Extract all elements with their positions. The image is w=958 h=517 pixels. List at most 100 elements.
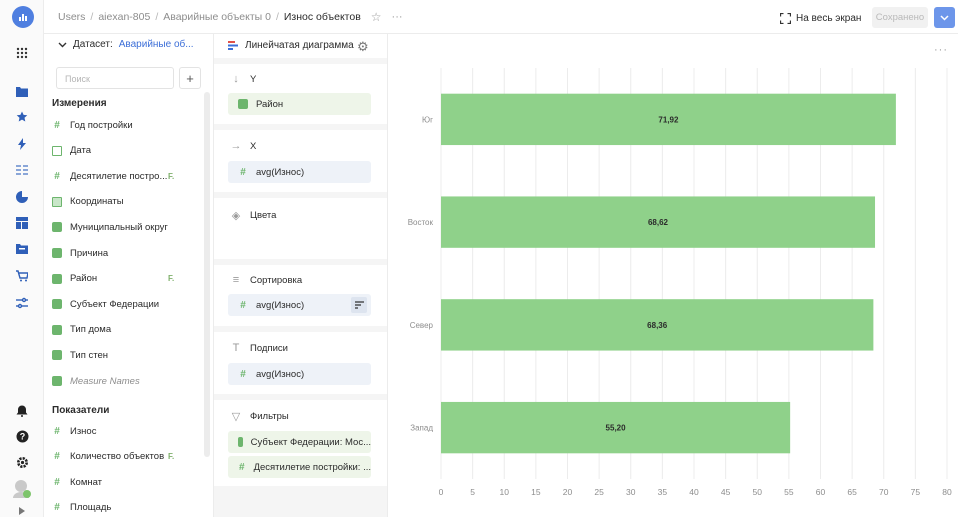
field-label: Measure Names — [70, 375, 140, 387]
add-field-button[interactable]: + — [179, 67, 201, 89]
y-category-label: Север — [410, 321, 434, 330]
charts-icon[interactable] — [0, 186, 44, 208]
reports-icon[interactable] — [0, 238, 44, 260]
dimension-field[interactable]: Причина — [52, 242, 108, 264]
field-label: Причина — [70, 247, 109, 259]
measure-field[interactable]: # Комнат — [52, 471, 102, 493]
cart-icon[interactable] — [0, 265, 44, 287]
gear-icon[interactable] — [0, 451, 44, 473]
sort-field-label: avg(Износ) — [256, 299, 305, 311]
x-field-chip[interactable]: # avg(Износ) — [228, 161, 371, 183]
favorite-star-icon[interactable]: ☆ — [371, 10, 382, 24]
dashboards-icon[interactable] — [0, 212, 44, 234]
connections-icon[interactable] — [0, 133, 44, 155]
hash-icon: # — [240, 368, 246, 380]
fullscreen-button[interactable]: На весь экран — [780, 8, 861, 28]
datasets-icon[interactable] — [0, 159, 44, 181]
dimension-field[interactable]: # Год постройки — [52, 114, 132, 136]
hash-icon: # — [239, 461, 245, 473]
field-search-input[interactable]: Поиск — [56, 67, 174, 89]
saved-button[interactable]: Сохранено — [872, 7, 928, 28]
y-category-label: Запад — [410, 424, 433, 433]
x-tick-label: 70 — [879, 487, 889, 497]
x-tick-label: 45 — [721, 487, 731, 497]
dimension-field[interactable]: Тип стен — [52, 344, 108, 366]
scrollbar[interactable] — [204, 92, 210, 457]
bar-chart[interactable]: 0 5 10 15 20 25 30 35 40 45 50 55 60 65 70 75 80 Юг 71,92 В… — [389, 34, 958, 517]
filter-chip[interactable]: Субъект Федерации: Мос... — [228, 431, 371, 453]
x-tick-label: 20 — [563, 487, 573, 497]
dimension-field[interactable]: Координаты — [52, 191, 124, 213]
sort-direction-icon[interactable] — [351, 297, 367, 313]
field-label: Количество объектов — [70, 451, 165, 463]
y-axis-icon: ↓ — [233, 73, 239, 85]
field-label: Тип дома — [70, 324, 112, 336]
dimension-field[interactable]: Муниципальный округ — [52, 216, 168, 238]
dimension-field[interactable]: Субъект Федерации — [52, 293, 159, 315]
divider — [214, 394, 387, 400]
data-label: 71,92 — [658, 115, 679, 124]
save-options-button[interactable] — [934, 7, 955, 28]
hash-icon: # — [240, 299, 246, 311]
chevron-down-icon — [58, 42, 67, 47]
measure-field[interactable]: # Количество объектов F. — [52, 446, 174, 468]
more-options-icon[interactable]: ··· — [392, 11, 403, 23]
dimension-field[interactable]: Measure Names — [52, 370, 140, 392]
avatar[interactable] — [0, 478, 44, 500]
dimension-field[interactable]: Дата — [52, 140, 91, 162]
hash-icon: # — [54, 425, 60, 437]
settings-sliders-icon[interactable] — [0, 292, 44, 314]
palette-icon: ◈ — [231, 210, 241, 222]
dataset-name[interactable]: Аварийные об... — [119, 39, 194, 50]
app-logo[interactable] — [12, 6, 34, 28]
x-tick-label: 60 — [816, 487, 826, 497]
x-tick-label: 30 — [626, 487, 636, 497]
hash-icon: # — [54, 451, 60, 463]
chart-settings-gear-icon[interactable]: ⚙ — [357, 39, 369, 55]
help-icon[interactable]: ? — [0, 425, 44, 447]
dimension-field[interactable]: Район F. — [52, 268, 174, 290]
bar-chart-icon — [228, 41, 238, 50]
sort-icon: ≡ — [232, 274, 240, 286]
app: ? Users / aiexan-805 / Аварийные объекты… — [0, 0, 958, 517]
dimension-field[interactable]: # Десятилетие постро... F. — [52, 165, 174, 187]
svg-text:?: ? — [19, 431, 25, 441]
folder-icon[interactable] — [0, 80, 44, 102]
sort-label: Сортировка — [250, 274, 303, 286]
x-tick-label: 35 — [658, 487, 668, 497]
wizard-panel: Линейчатая диаграмма ⚙ ↓ Y Район → X # a… — [214, 34, 388, 517]
breadcrumb-item[interactable]: Аварийные объекты 0 — [163, 11, 271, 23]
y-field-chip[interactable]: Район — [228, 93, 371, 115]
measure-field[interactable]: # Износ — [52, 420, 96, 442]
x-axis-label: X — [250, 140, 257, 152]
chart-type-selector[interactable]: Линейчатая диаграмма — [228, 40, 354, 51]
dimension-field[interactable]: Тип дома — [52, 319, 111, 341]
calendar-icon — [52, 145, 62, 156]
dataset-selector[interactable]: Датасет: Аварийные об... — [58, 39, 194, 50]
filter-chip[interactable]: # Десятилетие постройки: ... — [228, 456, 371, 478]
divider — [214, 486, 387, 517]
chart-menu-icon[interactable]: ··· — [934, 44, 948, 56]
breadcrumb-item[interactable]: Users — [58, 11, 85, 23]
measure-field[interactable]: # Площадь — [52, 497, 111, 517]
dataset-label: Датасет: — [73, 39, 113, 50]
hash-icon: # — [54, 502, 60, 514]
star-icon[interactable] — [0, 106, 44, 128]
labels-field-chip[interactable]: # avg(Износ) — [228, 363, 371, 385]
x-tick-label: 5 — [470, 487, 475, 497]
apps-grid-icon[interactable] — [0, 42, 44, 64]
breadcrumb-item[interactable]: aiexan-805 — [98, 11, 150, 23]
field-label: Координаты — [70, 196, 124, 208]
formula-badge: F. — [168, 274, 175, 284]
hash-icon: # — [54, 119, 60, 131]
string-icon — [52, 376, 62, 386]
field-label: Износ — [70, 425, 97, 437]
field-label: Субъект Федерации — [70, 298, 160, 310]
sort-field-chip[interactable]: # avg(Износ) — [228, 294, 371, 316]
x-tick-label: 25 — [594, 487, 604, 497]
collapse-icon[interactable] — [0, 505, 44, 517]
string-icon — [238, 437, 243, 447]
notifications-icon[interactable] — [0, 400, 44, 422]
x-tick-label: 15 — [531, 487, 541, 497]
labels-field-label: avg(Износ) — [256, 368, 305, 380]
